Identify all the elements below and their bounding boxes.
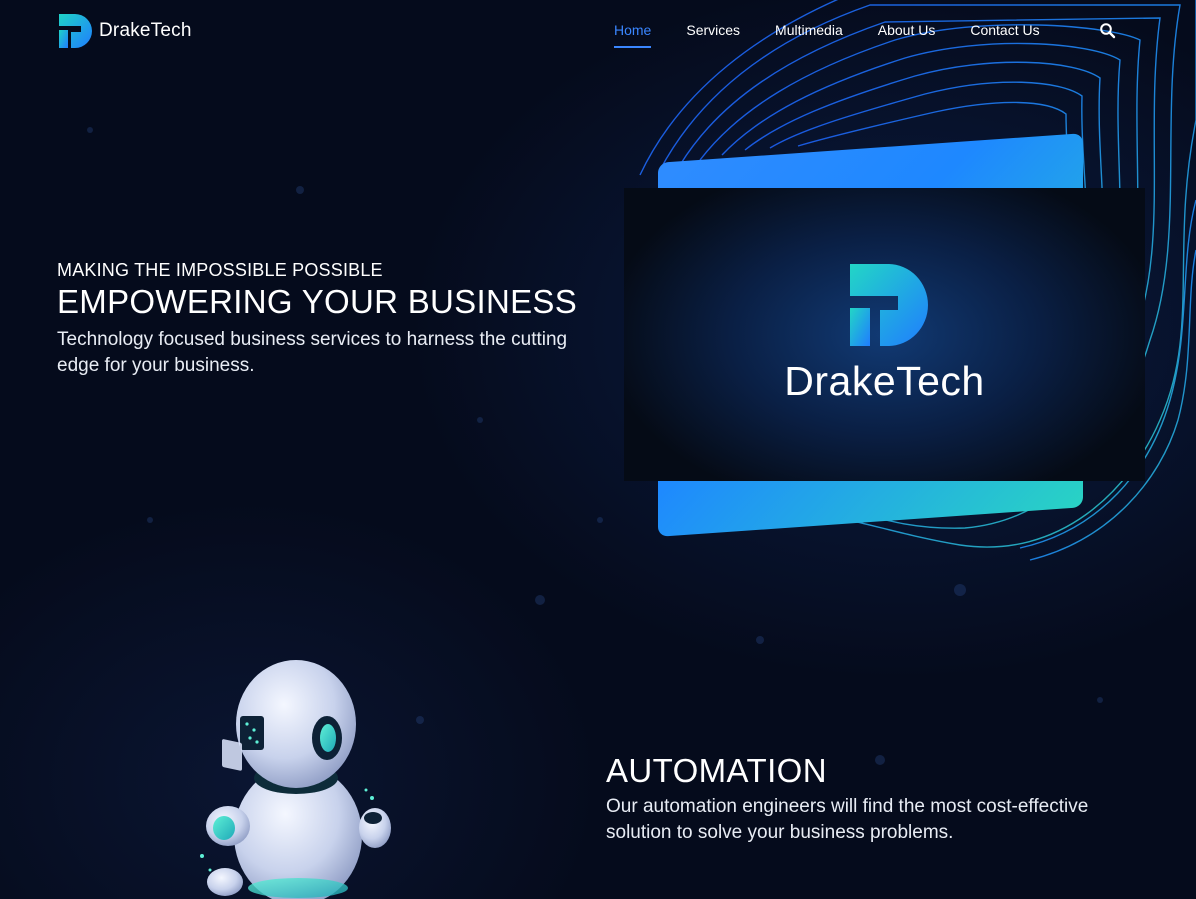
site-logo[interactable]: DrakeTech xyxy=(57,12,192,50)
automation-description: Our automation engineers will find the m… xyxy=(606,796,1089,843)
nav-item-about-us[interactable]: About Us xyxy=(878,20,936,48)
draketech-video-logo-icon xyxy=(850,264,928,346)
draketech-logo-icon xyxy=(59,14,92,48)
automation-title: AUTOMATION xyxy=(606,752,827,789)
page: DrakeTech Home Services Multimedia About… xyxy=(0,0,1196,899)
hero-description: Technology focused business services to … xyxy=(57,329,568,376)
hero-eyebrow: MAKING THE IMPOSSIBLE POSSIBLE xyxy=(57,260,383,280)
nav-item-contact-us[interactable]: Contact Us xyxy=(970,20,1039,48)
site-logo-text: DrakeTech xyxy=(99,20,192,41)
automation-section: AUTOMATION Our automation engineers will… xyxy=(606,752,1146,846)
hero-section: MAKING THE IMPOSSIBLE POSSIBLE EMPOWERIN… xyxy=(57,260,577,379)
hero-video[interactable]: DrakeTech xyxy=(624,188,1145,481)
robot-illustration xyxy=(200,660,391,899)
nav-item-home[interactable]: Home xyxy=(614,20,652,48)
site-header: DrakeTech Home Services Multimedia About… xyxy=(0,0,1196,62)
main-nav: Home Services Multimedia About Us Contac… xyxy=(614,20,1075,48)
hero-title: EMPOWERING YOUR BUSINESS xyxy=(57,283,578,320)
video-logo-text: DrakeTech xyxy=(784,358,985,404)
nav-item-multimedia[interactable]: Multimedia xyxy=(775,20,843,48)
search-icon[interactable] xyxy=(1099,22,1117,40)
nav-item-services[interactable]: Services xyxy=(686,20,740,48)
